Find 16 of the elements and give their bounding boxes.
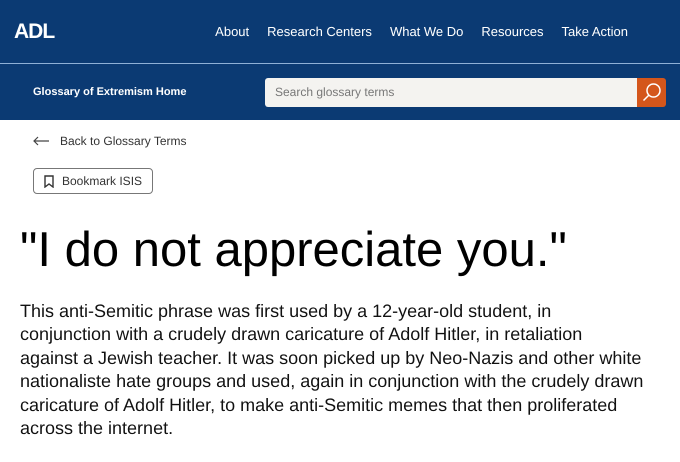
- search-icon: [642, 82, 662, 102]
- search-button[interactable]: [637, 78, 666, 106]
- search-field[interactable]: Search glossary terms: [265, 78, 637, 106]
- bookmark-icon: [44, 174, 54, 188]
- logo[interactable]: ADL: [14, 20, 54, 44]
- nav-link[interactable]: Take Action: [562, 24, 628, 39]
- nav-link[interactable]: Research Centers: [267, 24, 372, 39]
- back-link[interactable]: Back to Glossary Terms: [33, 134, 186, 148]
- nav-link[interactable]: About: [215, 24, 250, 39]
- description-paragraph: This anti-Semitic phrase was first used by a 12-year-old student, in conjunction with a crudely drawn caricature of Adolf Hitler, in retaliation against a Jewish teacher. It was soon picked up by Neo-Nazis and other white nationaliste hate groups and used, again in conjunction with the crudely drawn caricature of Adolf Hitler, to make anti-Semitic memes that then proliferated across the internet.: [20, 300, 644, 440]
- arrow-left-icon: [33, 136, 50, 146]
- nav-link[interactable]: Resources: [481, 24, 544, 39]
- glossary-home-link[interactable]: Glossary of Extremism Home: [33, 86, 265, 98]
- nav-link[interactable]: What We Do: [390, 24, 464, 39]
- page-heading: "I do not appreciate you.": [20, 224, 567, 278]
- bookmark-button[interactable]: Bookmark ISIS: [33, 168, 154, 194]
